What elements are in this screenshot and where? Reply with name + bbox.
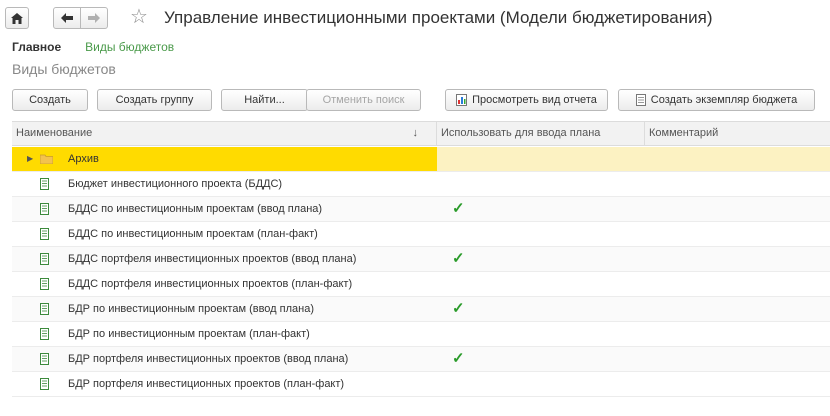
- budget-types-table: Наименование ↓ Использовать для ввода пл…: [12, 121, 830, 416]
- row-name-label: БДДС портфеля инвестиционных проектов (в…: [68, 253, 357, 265]
- row-name-cell[interactable]: БДДС по инвестиционным проектам (ввод пл…: [12, 197, 437, 221]
- row-name-cell[interactable]: БДР портфеля инвестиционных проектов (вв…: [12, 347, 437, 371]
- arrow-left-icon: [61, 13, 73, 23]
- column-header-use-for-plan[interactable]: Использовать для ввода плана: [437, 122, 645, 145]
- row-name-cell[interactable]: БДДС портфеля инвестиционных проектов (в…: [12, 247, 437, 271]
- home-button[interactable]: [5, 7, 29, 29]
- section-nav: Главное Виды бюджетов: [12, 40, 174, 56]
- table-row[interactable]: БДДС по инвестиционным проектам (план-фа…: [12, 222, 830, 247]
- row-name-label: БДДС портфеля инвестиционных проектов (п…: [68, 278, 353, 290]
- create-group-button[interactable]: Создать группу: [97, 89, 212, 111]
- arrow-right-icon: [88, 13, 100, 23]
- checkmark-icon: ✓: [452, 350, 465, 367]
- table-row[interactable]: БДР портфеля инвестиционных проектов (пл…: [12, 372, 830, 397]
- checkmark-icon: ✓: [452, 200, 465, 217]
- view-report-button[interactable]: Просмотреть вид отчета: [445, 89, 608, 111]
- column-header-name[interactable]: Наименование ↓: [12, 122, 437, 145]
- cancel-search-button[interactable]: Отменить поиск: [306, 89, 421, 111]
- row-name-label: Бюджет инвестиционного проекта (БДДС): [68, 178, 283, 190]
- create-budget-instance-label: Создать экземпляр бюджета: [650, 94, 798, 106]
- sort-arrow-icon: ↓: [412, 127, 419, 139]
- table-header: Наименование ↓ Использовать для ввода пл…: [12, 122, 830, 146]
- expand-arrow-icon[interactable]: ▶: [27, 147, 33, 171]
- row-name-label: БДДС по инвестиционным проектам (план-фа…: [68, 228, 318, 240]
- table-row[interactable]: БДДС по инвестиционным проектам (ввод пл…: [12, 197, 830, 222]
- checkmark-icon: ✓: [452, 300, 465, 317]
- table-row[interactable]: БДР по инвестиционным проектам (ввод пла…: [12, 297, 830, 322]
- table-row[interactable]: Бюджет инвестиционного проекта (БДДС): [12, 172, 830, 197]
- table-row[interactable]: БДР портфеля инвестиционных проектов (вв…: [12, 347, 830, 372]
- row-name-label: Архив: [68, 153, 99, 165]
- nav-budget-types-link[interactable]: Виды бюджетов: [85, 40, 174, 56]
- back-button[interactable]: [53, 7, 81, 29]
- row-name-cell[interactable]: БДР портфеля инвестиционных проектов (пл…: [12, 372, 437, 396]
- row-name-label: БДР по инвестиционным проектам (план-фак…: [68, 328, 310, 340]
- document-icon: [40, 353, 49, 365]
- folder-icon: [40, 154, 53, 164]
- row-name-label: БДР портфеля инвестиционных проектов (вв…: [68, 353, 349, 365]
- row-name-cell[interactable]: БДР по инвестиционным проектам (план-фак…: [12, 322, 437, 346]
- create-button[interactable]: Создать: [12, 89, 88, 111]
- nav-main-link[interactable]: Главное: [12, 40, 61, 56]
- view-report-label: Просмотреть вид отчета: [472, 94, 597, 106]
- page-title: Управление инвестиционными проектами (Мо…: [164, 8, 713, 27]
- document-icon: [40, 378, 49, 390]
- window-header: ☆ Управление инвестиционными проектами (…: [0, 0, 830, 36]
- checkmark-icon: ✓: [452, 250, 465, 267]
- document-icon: [635, 94, 646, 106]
- find-button[interactable]: Найти...: [221, 89, 308, 111]
- table-row[interactable]: ▶ Архив: [12, 147, 830, 172]
- document-icon: [40, 278, 49, 290]
- document-icon: [40, 228, 49, 240]
- document-icon: [40, 328, 49, 340]
- row-name-cell[interactable]: БДДС по инвестиционным проектам (план-фа…: [12, 222, 437, 246]
- row-name-cell[interactable]: ▶ Архив: [12, 147, 437, 171]
- row-name-cell[interactable]: БДР по инвестиционным проектам (ввод пла…: [12, 297, 437, 321]
- column-header-comment[interactable]: Комментарий: [645, 122, 830, 145]
- row-name-label: БДР портфеля инвестиционных проектов (пл…: [68, 378, 345, 390]
- column-name-label: Наименование: [16, 127, 93, 139]
- row-name-label: БДР по инвестиционным проектам (ввод пла…: [68, 303, 314, 315]
- forward-button[interactable]: [80, 7, 108, 29]
- table-row[interactable]: БДР по инвестиционным проектам (план-фак…: [12, 322, 830, 347]
- table-row[interactable]: БДДС портфеля инвестиционных проектов (п…: [12, 272, 830, 297]
- document-icon: [40, 178, 49, 190]
- report-icon: [456, 94, 468, 106]
- document-icon: [40, 203, 49, 215]
- create-budget-instance-button[interactable]: Создать экземпляр бюджета: [618, 89, 815, 111]
- document-icon: [40, 253, 49, 265]
- section-title: Виды бюджетов: [12, 61, 116, 77]
- home-icon: [11, 12, 23, 24]
- table-row[interactable]: БДДС портфеля инвестиционных проектов (в…: [12, 247, 830, 272]
- document-icon: [40, 303, 49, 315]
- row-name-cell[interactable]: БДДС портфеля инвестиционных проектов (п…: [12, 272, 437, 296]
- row-name-cell[interactable]: Бюджет инвестиционного проекта (БДДС): [12, 172, 437, 196]
- favorite-star-icon[interactable]: ☆: [130, 6, 148, 28]
- row-name-label: БДДС по инвестиционным проектам (ввод пл…: [68, 203, 323, 215]
